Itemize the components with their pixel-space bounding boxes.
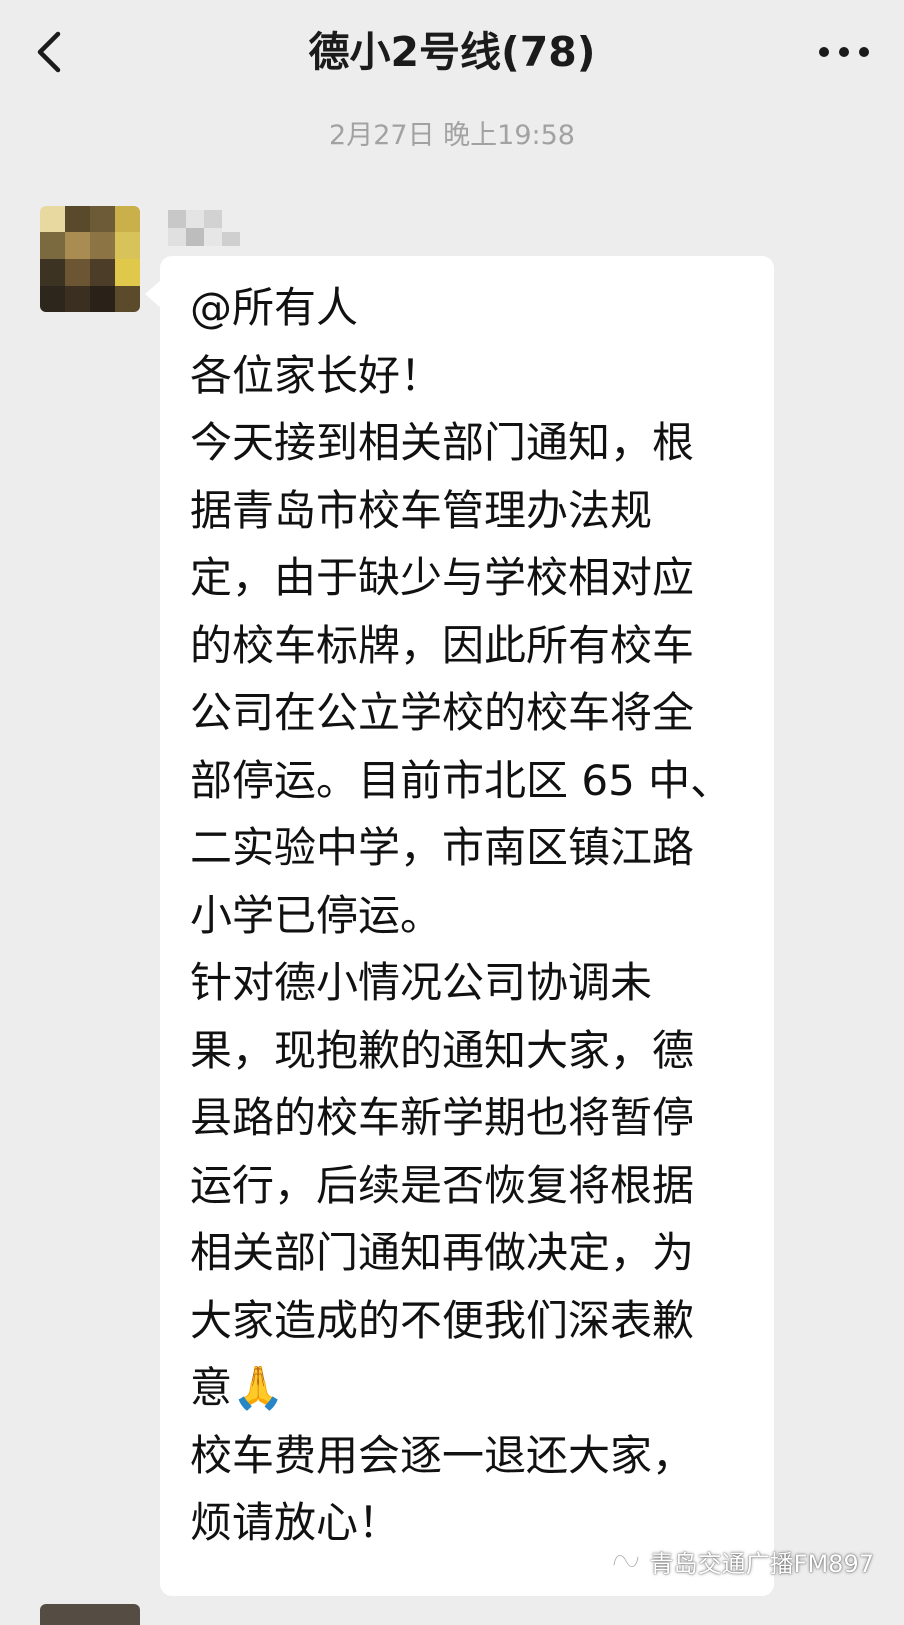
sender-name-pixelated: [168, 210, 242, 254]
message-line: 二实验中学，市南区镇江路: [190, 823, 695, 872]
more-button[interactable]: [812, 26, 876, 78]
avatar-pixel: [40, 259, 65, 286]
watermark-text: 青岛交通广播FM897: [649, 1549, 874, 1578]
message-line: 县路的校车新学期也将暂停: [190, 1093, 695, 1142]
name-pixel: [168, 228, 186, 246]
bubble-tail: [145, 280, 161, 308]
message-line: 意🙏: [190, 1363, 285, 1412]
avatar-pixel: [90, 206, 115, 232]
chat-title: 德小2号线(78): [308, 28, 596, 76]
avatar-pixel: [65, 232, 90, 259]
avatar-pixel: [90, 259, 115, 286]
message-line: 部停运。目前市北区 65 中、: [190, 755, 733, 805]
next-message-avatar: [40, 1604, 140, 1625]
watermark: 青岛交通广播FM897: [608, 1541, 874, 1581]
avatar-pixel: [115, 232, 140, 259]
avatar-pixel: [40, 286, 65, 312]
message-line: 据青岛市校车管理办法规: [190, 485, 653, 535]
message-line: 的校车标牌，因此所有校车: [190, 620, 695, 670]
avatar-pixel: [40, 206, 65, 232]
message-line: 公司在公立学校的校车将全: [190, 688, 695, 737]
name-pixel: [204, 228, 222, 246]
avatar-pixel: [115, 206, 140, 232]
chat-header: 德小2号线(78): [0, 0, 904, 110]
message-line: 小学已停运。: [190, 890, 443, 940]
sender-avatar[interactable]: [40, 206, 140, 312]
message-timestamp: 2月27日 晚上19:58: [329, 120, 575, 151]
message-line: 定，由于缺少与学校相对应: [190, 553, 695, 602]
message-line: 今天接到相关部门通知，根: [190, 418, 695, 467]
chevron-left-icon: [37, 31, 61, 73]
avatar-pixel: [90, 232, 115, 259]
avatar-pixel: [65, 286, 90, 312]
name-pixel: [186, 228, 204, 246]
avatar-pixel: [115, 286, 140, 312]
name-pixel: [222, 232, 240, 246]
message-line: 运行，后续是否恢复将根据: [190, 1160, 695, 1210]
message-line: 各位家长好！: [190, 350, 443, 400]
message-line: 大家造成的不便我们深表歉: [190, 1295, 695, 1345]
avatar-pixel: [65, 206, 90, 232]
avatar-pixel: [65, 259, 90, 286]
message-text: @所有人各位家长好！ 今天接到相关部门通知，根 据青岛市校车管理办法规 定，由于缺少与…: [190, 274, 756, 1557]
message-line: @所有人: [190, 283, 359, 332]
message-line: 针对德小情况公司协调未: [190, 958, 653, 1007]
wechat-channel-icon: [608, 1543, 644, 1579]
message-line: 校车费用会逐一退还大家，: [190, 1430, 695, 1480]
avatar-pixel: [90, 286, 115, 312]
more-dots-icon: [819, 47, 869, 57]
name-pixel: [168, 210, 186, 228]
name-pixel: [186, 210, 204, 228]
message-line: 果，现抱歉的通知大家，德: [190, 1025, 695, 1075]
message-line: 相关部门通知再做决定，为: [190, 1228, 695, 1277]
name-pixel: [204, 210, 222, 228]
avatar-pixel: [115, 259, 140, 286]
back-button[interactable]: [26, 26, 78, 78]
avatar-pixel: [40, 232, 65, 259]
